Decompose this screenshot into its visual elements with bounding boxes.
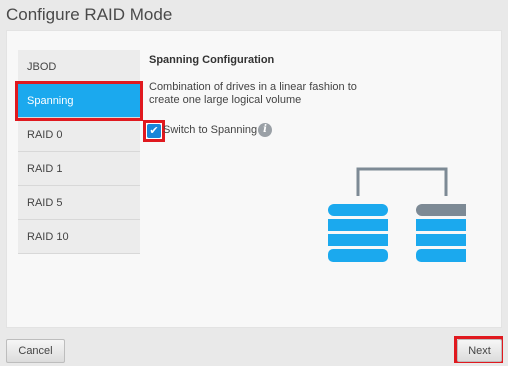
info-icon[interactable]: i	[258, 123, 272, 137]
section-heading: Spanning Configuration	[149, 54, 275, 66]
sidebar-item-raid10[interactable]: RAID 10	[18, 220, 140, 254]
next-button[interactable]: Next	[457, 339, 502, 362]
sidebar-item-raid5[interactable]: RAID 5	[18, 186, 140, 220]
next-button-highlight: Next	[454, 336, 503, 363]
spanning-drives-illustration	[328, 167, 466, 262]
drive-stack-gray-icon	[416, 204, 466, 262]
sidebar-item-jbod[interactable]: JBOD	[18, 50, 140, 84]
dialog-title: Configure RAID Mode	[6, 5, 173, 24]
checkbox-label: Switch to Spanning	[163, 124, 258, 136]
raid-mode-list: JBOD Spanning RAID 0 RAID 1 RAID 5 RAID …	[18, 50, 140, 254]
sidebar-item-raid1[interactable]: RAID 1	[18, 152, 140, 186]
switch-to-spanning-checkbox[interactable]: ✔	[143, 120, 165, 142]
section-description: Combination of drives in a linear fashio…	[149, 81, 357, 106]
checkmark-icon: ✔	[147, 124, 161, 138]
sidebar-item-raid0[interactable]: RAID 0	[18, 118, 140, 152]
sidebar-item-spanning[interactable]: Spanning	[18, 84, 140, 118]
switch-to-spanning-row: ✔ Switch to Spanning i	[143, 120, 489, 142]
connector-line-icon	[356, 167, 448, 196]
drive-stack-blue-icon	[328, 204, 388, 262]
cancel-button[interactable]: Cancel	[6, 339, 65, 363]
configuration-content: Spanning Configuration Combination of dr…	[143, 50, 489, 142]
